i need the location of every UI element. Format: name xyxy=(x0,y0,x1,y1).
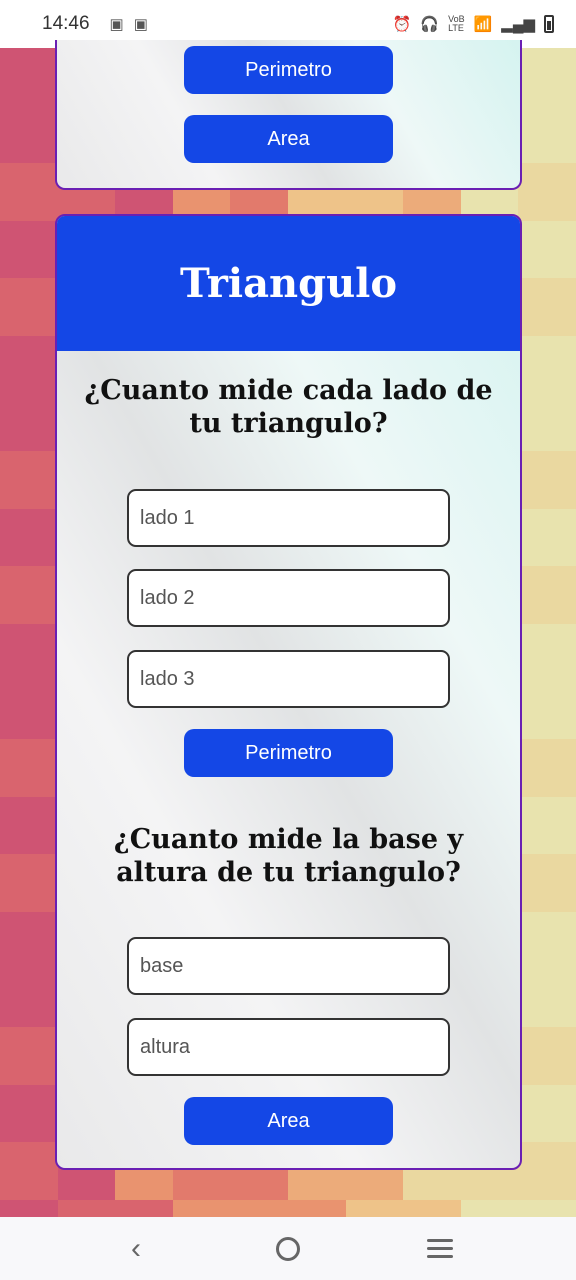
status-icons: ⏰ 🎧 VoB LTE 📶 ▂▄▆ xyxy=(393,15,554,33)
card-header: Triangulo xyxy=(57,216,520,351)
notification-icons: ▣ ▣ xyxy=(110,15,148,33)
previous-shape-card: Perimetro Area xyxy=(55,40,522,190)
home-button[interactable] xyxy=(258,1224,318,1274)
perimeter-button[interactable]: Perimetro xyxy=(184,46,393,94)
wifi-icon: 📶 xyxy=(473,16,493,33)
status-time: 14:46 xyxy=(42,13,90,34)
signal-icon: ▂▄▆ xyxy=(501,16,535,33)
menu-icon xyxy=(427,1239,453,1258)
recents-button[interactable] xyxy=(410,1224,470,1274)
side1-input[interactable] xyxy=(127,489,450,547)
card-title: Triangulo xyxy=(179,260,398,307)
home-circle-icon xyxy=(276,1236,300,1261)
base-input[interactable] xyxy=(127,937,450,995)
back-chevron-icon: ‹ xyxy=(131,1231,141,1265)
camera-notification-icon: ▣ xyxy=(133,16,148,33)
base-height-question: ¿Cuanto mide la base y altura de tu tria… xyxy=(113,824,464,888)
side3-input[interactable] xyxy=(127,650,450,708)
height-input[interactable] xyxy=(127,1018,450,1076)
headphones-icon: 🎧 xyxy=(420,16,440,33)
navigation-bar: ‹ xyxy=(0,1217,576,1280)
volte-icon: VoB LTE xyxy=(448,14,465,33)
camera-notification-icon: ▣ xyxy=(109,16,124,33)
battery-icon xyxy=(544,15,554,33)
triangle-card: Triangulo ¿Cuanto mide cada lado de tu t… xyxy=(55,214,522,1170)
alarm-icon: ⏰ xyxy=(392,16,412,33)
area-button[interactable]: Area xyxy=(184,115,393,163)
back-button[interactable]: ‹ xyxy=(106,1224,166,1274)
sides-question: ¿Cuanto mide cada lado de tu triangulo? xyxy=(84,375,493,439)
side2-input[interactable] xyxy=(127,569,450,627)
area-button[interactable]: Area xyxy=(184,1097,393,1145)
perimeter-button[interactable]: Perimetro xyxy=(184,729,393,777)
